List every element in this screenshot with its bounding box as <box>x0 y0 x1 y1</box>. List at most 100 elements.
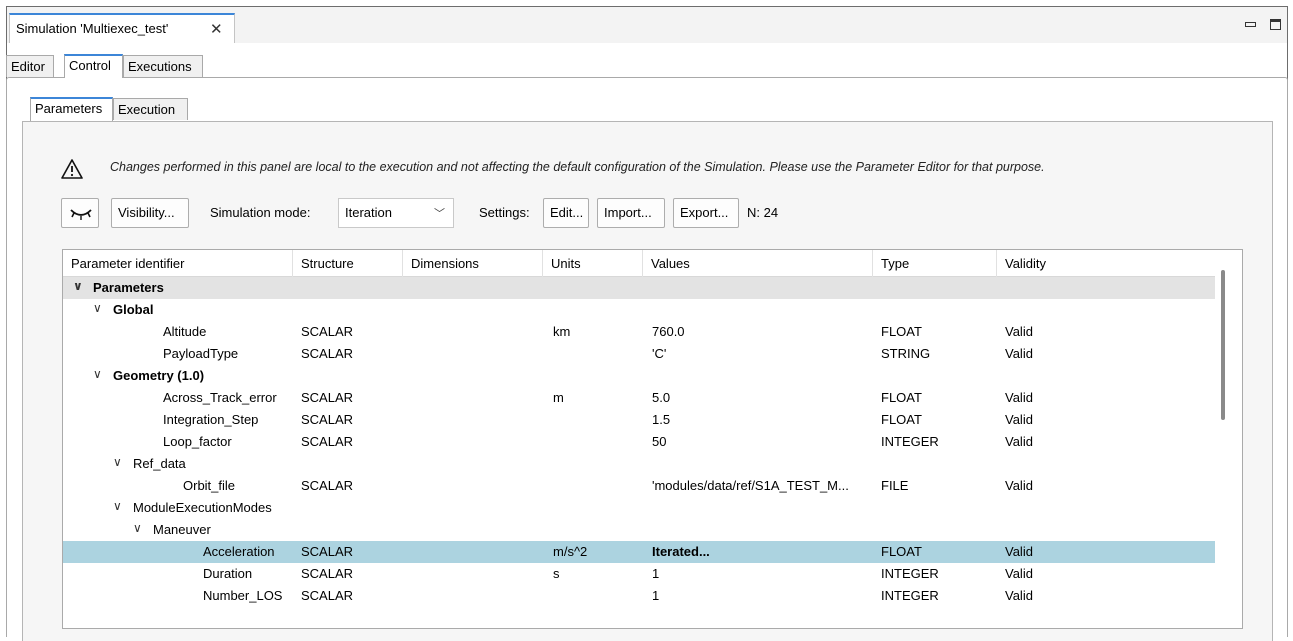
edit-button[interactable]: Edit... <box>543 198 589 228</box>
expand-chevron-icon[interactable]: ∨ <box>73 279 83 293</box>
cell-parameter-identifier: Number_LOS <box>203 588 283 603</box>
table-row[interactable]: Loop_factor SCALAR 50 INTEGER Valid <box>63 431 1215 453</box>
cell-parameter-identifier: Loop_factor <box>163 434 232 449</box>
cell-values[interactable]: 50 <box>652 434 666 449</box>
cell-type: FLOAT <box>881 390 922 405</box>
cell-type: INTEGER <box>881 566 939 581</box>
cell-type: INTEGER <box>881 588 939 603</box>
cell-validity: Valid <box>1005 588 1033 603</box>
table-row[interactable]: Acceleration SCALAR m/s^2 Iterated... FLOAT V… <box>63 541 1215 563</box>
table-row[interactable]: Integration_Step SCALAR 1.5 FLOAT Valid <box>63 409 1215 431</box>
tab-control[interactable]: Control <box>64 54 123 78</box>
cell-values[interactable]: Iterated... <box>652 544 710 559</box>
cell-structure: SCALAR <box>301 544 354 559</box>
cell-parameter-identifier: Parameters <box>93 280 164 295</box>
cell-parameter-identifier: Acceleration <box>203 544 275 559</box>
cell-values[interactable]: 'modules/data/ref/S1A_TEST_M... <box>652 478 849 493</box>
expand-chevron-icon[interactable]: ∨ <box>113 499 122 513</box>
column-header-units[interactable]: Units <box>543 250 643 277</box>
cell-type: INTEGER <box>881 434 939 449</box>
minimize-icon[interactable] <box>1245 22 1257 27</box>
cell-parameter-identifier: ModuleExecutionModes <box>133 500 272 515</box>
simulation-mode-value: Iteration <box>345 205 392 220</box>
expand-chevron-icon[interactable]: ∨ <box>93 367 102 381</box>
simulation-mode-select[interactable]: Iteration ﹀ <box>338 198 454 228</box>
cell-structure: SCALAR <box>301 434 354 449</box>
cell-structure: SCALAR <box>301 390 354 405</box>
visibility-button[interactable]: Visibility... <box>111 198 189 228</box>
expand-chevron-icon[interactable]: ∨ <box>133 521 142 535</box>
cell-type: FLOAT <box>881 324 922 339</box>
cell-parameter-identifier: Geometry (1.0) <box>113 368 205 383</box>
cell-values[interactable]: 1 <box>652 566 659 581</box>
tab-executions[interactable]: Executions <box>123 55 203 77</box>
cell-values[interactable]: 'C' <box>652 346 666 361</box>
column-header-dimensions[interactable]: Dimensions <box>403 250 543 277</box>
table-row[interactable]: ∨ Maneuver <box>63 519 1215 541</box>
cell-validity: Valid <box>1005 434 1033 449</box>
warning-icon <box>61 158 83 180</box>
table-row[interactable]: PayloadType SCALAR 'C' STRING Valid <box>63 343 1215 365</box>
tab-execution[interactable]: Execution <box>113 98 188 120</box>
cell-parameter-identifier: Integration_Step <box>163 412 259 427</box>
cell-parameter-identifier: Global <box>113 302 154 317</box>
cell-validity: Valid <box>1005 544 1033 559</box>
parameters-table: Parameter identifier Structure Dimension… <box>62 249 1243 629</box>
export-button[interactable]: Export... <box>673 198 739 228</box>
simulation-mode-label: Simulation mode: <box>210 205 311 220</box>
cell-structure: SCALAR <box>301 324 354 339</box>
cell-values[interactable]: 1.5 <box>652 412 670 427</box>
table-row[interactable]: Number_LOS SCALAR 1 INTEGER Valid <box>63 585 1215 607</box>
tab-editor[interactable]: Editor <box>6 55 54 77</box>
maximize-icon[interactable] <box>1270 19 1281 30</box>
cell-structure: SCALAR <box>301 346 354 361</box>
table-row[interactable]: Altitude SCALAR km 760.0 FLOAT Valid <box>63 321 1215 343</box>
cell-validity: Valid <box>1005 566 1033 581</box>
close-icon[interactable]: ✕ <box>210 20 223 38</box>
window-controls <box>1235 19 1281 34</box>
cell-units: m/s^2 <box>553 544 588 559</box>
settings-label: Settings: <box>479 205 530 220</box>
cell-values[interactable]: 760.0 <box>652 324 685 339</box>
cell-units: s <box>553 566 560 581</box>
cell-type: FLOAT <box>881 412 922 427</box>
column-header-values[interactable]: Values <box>643 250 873 277</box>
cell-parameter-identifier: Maneuver <box>153 522 211 537</box>
vertical-scrollbar[interactable] <box>1221 270 1225 420</box>
table-row[interactable]: ∨ ModuleExecutionModes <box>63 497 1215 519</box>
cell-structure: SCALAR <box>301 478 354 493</box>
import-button[interactable]: Import... <box>597 198 665 228</box>
table-row[interactable]: Across_Track_error SCALAR m 5.0 FLOAT Valid <box>63 387 1215 409</box>
table-row[interactable]: ∨ Parameters <box>63 277 1215 299</box>
cell-type: FLOAT <box>881 544 922 559</box>
column-header-type[interactable]: Type <box>873 250 997 277</box>
cell-type: FILE <box>881 478 909 493</box>
chevron-down-icon: ﹀ <box>434 208 445 220</box>
cell-structure: SCALAR <box>301 588 354 603</box>
cell-structure: SCALAR <box>301 566 354 581</box>
table-row[interactable]: ∨ Ref_data <box>63 453 1215 475</box>
cell-parameter-identifier: Ref_data <box>133 456 186 471</box>
cell-validity: Valid <box>1005 346 1033 361</box>
editor-tab-simulation[interactable]: Simulation 'Multiexec_test' ✕ <box>9 13 235 43</box>
warning-message: Changes performed in this panel are loca… <box>110 160 1045 174</box>
expand-chevron-icon[interactable]: ∨ <box>93 301 102 315</box>
cell-parameter-identifier: PayloadType <box>163 346 239 361</box>
tab-parameters[interactable]: Parameters <box>30 97 113 121</box>
column-header-validity[interactable]: Validity <box>997 250 1215 277</box>
table-row[interactable]: Duration SCALAR s 1 INTEGER Valid <box>63 563 1215 585</box>
cell-parameter-identifier: Duration <box>203 566 253 581</box>
table-row[interactable]: ∨ Geometry (1.0) <box>63 365 1215 387</box>
editor-tab-title: Simulation 'Multiexec_test' <box>16 21 169 36</box>
table-row[interactable]: Orbit_file SCALAR 'modules/data/ref/S1A_TE… <box>63 475 1215 497</box>
cell-values[interactable]: 1 <box>652 588 659 603</box>
cell-values[interactable]: 5.0 <box>652 390 670 405</box>
column-header-parameter-identifier[interactable]: Parameter identifier <box>63 250 293 277</box>
table-row[interactable]: ∨ Global <box>63 299 1215 321</box>
column-header-structure[interactable]: Structure <box>293 250 403 277</box>
hide-eye-icon[interactable] <box>61 198 99 228</box>
cell-type: STRING <box>881 346 931 361</box>
expand-chevron-icon[interactable]: ∨ <box>113 455 122 469</box>
cell-validity: Valid <box>1005 324 1033 339</box>
cell-validity: Valid <box>1005 478 1033 493</box>
